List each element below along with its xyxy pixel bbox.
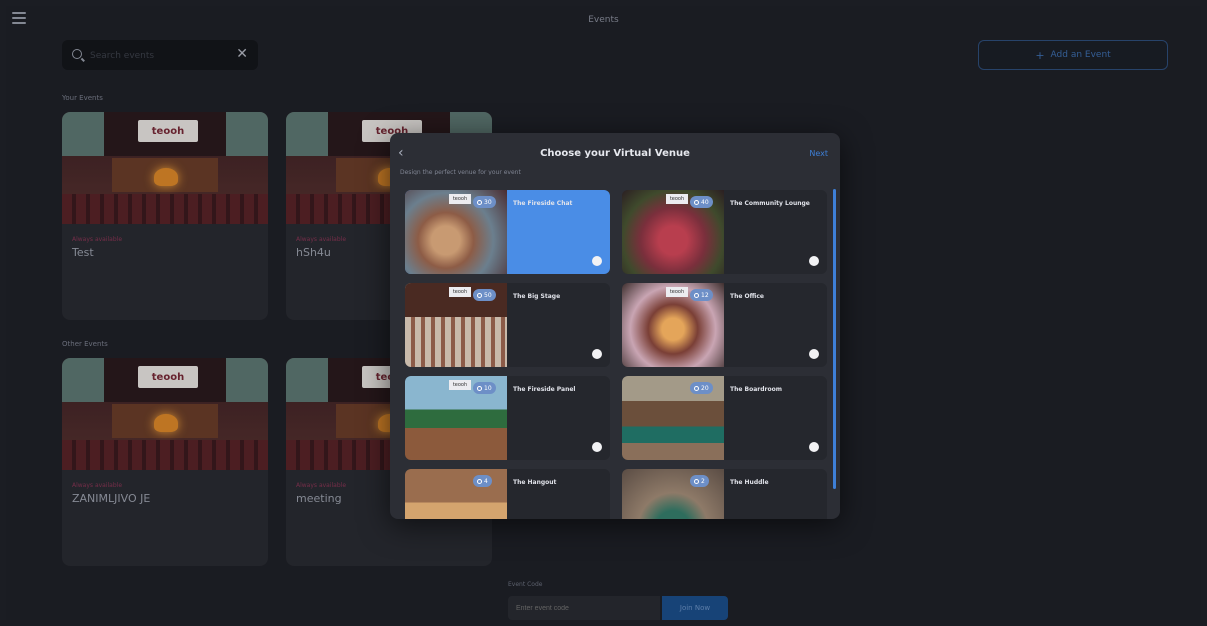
teooh-logo: teooh (449, 194, 471, 204)
teooh-logo: teooh (666, 194, 688, 204)
venue-radio[interactable] (809, 256, 819, 266)
person-icon (694, 385, 699, 391)
modal-subtitle: Design the perfect venue for your event (400, 169, 521, 175)
venue-name: The Boardroom (730, 386, 782, 393)
capacity-badge: 20 (690, 382, 713, 394)
venue-radio[interactable] (809, 349, 819, 359)
capacity-badge: 4 (473, 475, 492, 487)
person-icon (694, 292, 699, 298)
events-screen: Events ✕ + Add an Event Your Events teoo… (6, 6, 1201, 620)
venue-card-community-lounge[interactable]: teooh 40 The Community Lounge (622, 190, 827, 274)
person-icon (477, 385, 482, 391)
venue-card-huddle[interactable]: 2 The Huddle (622, 469, 827, 519)
venue-name: The Office (730, 293, 764, 300)
venue-card-fireside-chat[interactable]: teooh 30 The Fireside Chat (405, 190, 610, 274)
teooh-logo: teooh (449, 380, 471, 390)
venue-radio[interactable] (592, 349, 602, 359)
capacity-badge: 50 (473, 289, 496, 301)
venue-name: The Big Stage (513, 293, 561, 300)
person-icon (694, 199, 699, 205)
person-icon (694, 478, 699, 484)
venue-name: The Fireside Chat (513, 200, 573, 207)
venue-radio[interactable] (592, 256, 602, 266)
venue-radio[interactable] (809, 442, 819, 452)
venue-image (622, 469, 724, 519)
venue-name: The Huddle (730, 479, 769, 486)
venue-name: The Fireside Panel (513, 386, 576, 393)
capacity-badge: 40 (690, 196, 713, 208)
venue-radio[interactable] (592, 442, 602, 452)
venue-card-office[interactable]: teooh 12 The Office (622, 283, 827, 367)
venue-card-boardroom[interactable]: 20 The Boardroom (622, 376, 827, 460)
capacity-badge: 10 (473, 382, 496, 394)
capacity-badge: 2 (690, 475, 709, 487)
capacity-badge: 12 (690, 289, 713, 301)
teooh-logo: teooh (666, 287, 688, 297)
venue-card-fireside-panel[interactable]: teooh 10 The Fireside Panel (405, 376, 610, 460)
modal-scrollbar[interactable] (833, 189, 836, 489)
person-icon (477, 478, 482, 484)
venue-card-big-stage[interactable]: teooh 50 The Big Stage (405, 283, 610, 367)
person-icon (477, 199, 482, 205)
venue-name: The Hangout (513, 479, 557, 486)
next-button[interactable]: Next (809, 149, 828, 158)
modal-title: Choose your Virtual Venue (540, 148, 690, 159)
capacity-badge: 30 (473, 196, 496, 208)
person-icon (477, 292, 482, 298)
venue-name: The Community Lounge (730, 200, 810, 207)
venue-image (405, 469, 507, 519)
teooh-logo: teooh (449, 287, 471, 297)
venue-picker-modal: ‹ Choose your Virtual Venue Next Design … (390, 133, 840, 519)
venue-card-hangout[interactable]: 4 The Hangout (405, 469, 610, 519)
